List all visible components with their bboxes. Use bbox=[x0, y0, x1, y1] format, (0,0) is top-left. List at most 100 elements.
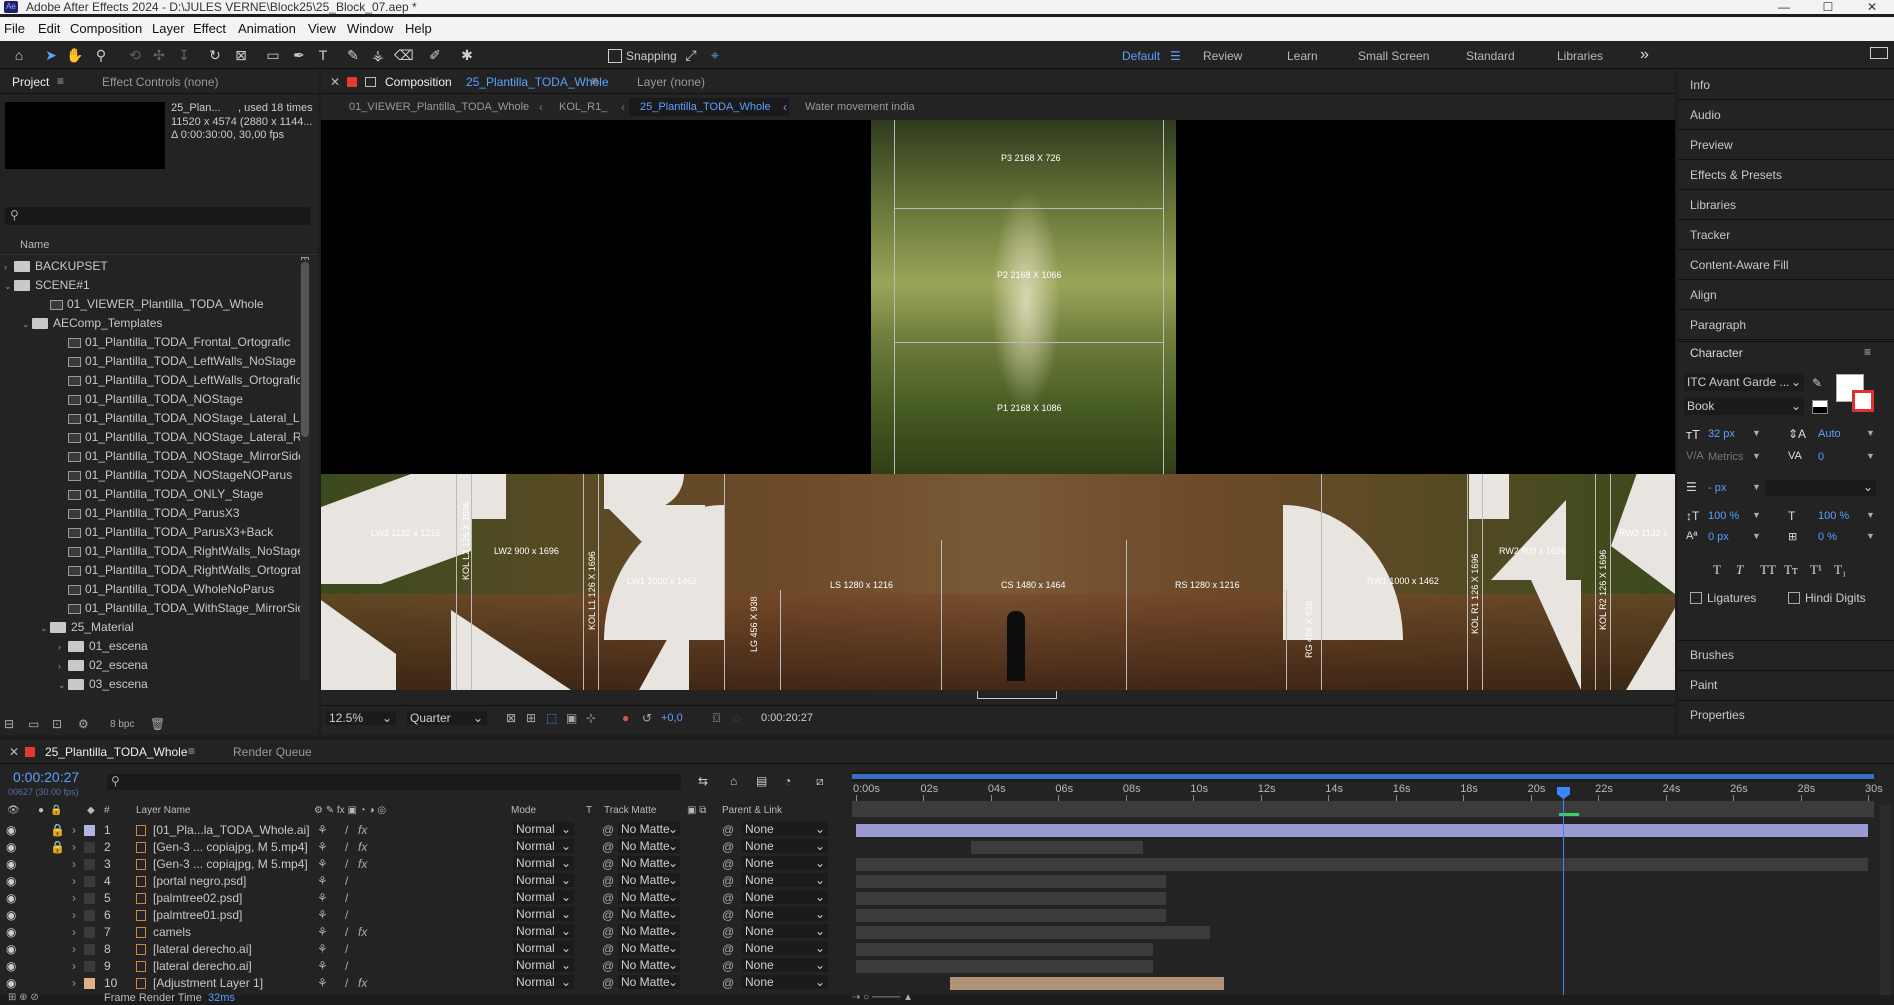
parent-dropdown[interactable]: None ⌄ bbox=[742, 822, 828, 836]
matte-pickwhip-icon[interactable]: @ bbox=[602, 822, 614, 839]
shy-icon[interactable]: ⚘ bbox=[317, 975, 328, 992]
tab-timeline-comp[interactable]: 25_Plantilla_TODA_Whole bbox=[45, 745, 188, 759]
breadcrumb-item[interactable]: KOL_R1_ bbox=[559, 101, 607, 113]
layer-duration-bar[interactable] bbox=[856, 960, 1153, 973]
project-item[interactable]: ⌄ SCENE#1 bbox=[0, 276, 300, 295]
chevron-down-icon[interactable]: ▼ bbox=[1866, 510, 1875, 520]
quality-icon[interactable]: / bbox=[345, 839, 348, 856]
track-matte-dropdown[interactable]: No Matte ⌄ bbox=[618, 907, 680, 921]
quality-icon[interactable]: / bbox=[345, 958, 348, 975]
horizontal-scale-value[interactable]: 100 % bbox=[1818, 510, 1849, 522]
menu-help[interactable]: Help bbox=[405, 21, 432, 36]
project-item[interactable]: 01_Plantilla_TODA_NOStage bbox=[0, 390, 300, 409]
minimize-icon[interactable]: — bbox=[1774, 0, 1794, 14]
panel-tracker[interactable]: Tracker bbox=[1690, 228, 1730, 242]
menu-edit[interactable]: Edit bbox=[38, 21, 60, 36]
eye-icon[interactable]: ◉ bbox=[6, 873, 16, 890]
tab-composition-name[interactable]: 25_Plantilla_TODA_Whole bbox=[466, 75, 609, 89]
panel-preview[interactable]: Preview bbox=[1690, 138, 1733, 152]
layer-name[interactable]: [lateral derecho.ai] bbox=[153, 941, 252, 958]
selection-tool-icon[interactable]: ➤ bbox=[42, 46, 60, 64]
disclosure-arrow-icon[interactable]: › bbox=[4, 258, 14, 277]
show-snapshot-icon[interactable]: ◌ bbox=[733, 711, 740, 725]
project-search-input[interactable]: ⚲ bbox=[5, 207, 310, 225]
label-color-swatch[interactable] bbox=[84, 859, 95, 870]
roto-brush-tool-icon[interactable]: ✐ bbox=[426, 46, 444, 64]
matte-pickwhip-icon[interactable]: @ bbox=[602, 941, 614, 958]
maximize-icon[interactable]: ☐ bbox=[1818, 0, 1838, 14]
timeline-timecode[interactable]: 0:00:20:27 bbox=[13, 769, 79, 785]
menu-file[interactable]: File bbox=[4, 21, 25, 36]
track-matte-dropdown[interactable]: No Matte ⌄ bbox=[618, 890, 680, 904]
orbit-tool-icon[interactable]: ⟲ bbox=[126, 46, 144, 64]
ligatures-checkbox[interactable] bbox=[1690, 592, 1702, 604]
subscript-button[interactable]: T₁ bbox=[1834, 562, 1846, 578]
panel-paragraph[interactable]: Paragraph bbox=[1690, 318, 1746, 332]
matte-pickwhip-icon[interactable]: @ bbox=[602, 907, 614, 924]
eye-icon[interactable]: ◉ bbox=[6, 975, 16, 992]
parent-dropdown[interactable]: None ⌄ bbox=[742, 924, 828, 938]
track-matte-dropdown[interactable]: No Matte ⌄ bbox=[618, 839, 680, 853]
shy-icon[interactable]: ⚘ bbox=[317, 958, 328, 975]
layer-name[interactable]: [Gen-3 ... copiajpg, M 5.mp4] bbox=[153, 856, 308, 873]
mode-dropdown[interactable]: Normal ⌄ bbox=[513, 839, 574, 853]
track-matte-dropdown[interactable]: No Matte ⌄ bbox=[618, 975, 680, 989]
project-item[interactable]: 01_Plantilla_TODA_ParusX3 bbox=[0, 504, 300, 523]
breadcrumb-item[interactable]: 01_VIEWER_Plantilla_TODA_Whole bbox=[349, 101, 529, 113]
timeline-search-input[interactable]: ⚲ bbox=[107, 774, 681, 790]
tab-composition-label[interactable]: Composition bbox=[385, 75, 452, 89]
faux-bold-button[interactable]: T bbox=[1713, 562, 1721, 578]
pan-tool-icon[interactable]: ✣ bbox=[150, 46, 168, 64]
rectangle-tool-icon[interactable]: ▭ bbox=[264, 46, 282, 64]
mode-dropdown[interactable]: Normal ⌄ bbox=[513, 822, 574, 836]
panel-content-aware-fill[interactable]: Content-Aware Fill bbox=[1690, 258, 1788, 272]
mode-dropdown[interactable]: Normal ⌄ bbox=[513, 856, 574, 870]
mode-dropdown[interactable]: Normal ⌄ bbox=[513, 924, 574, 938]
resolution-dropdown[interactable]: Quarter ⌄ bbox=[407, 711, 487, 725]
project-settings-icon[interactable]: ⚙ bbox=[78, 717, 89, 731]
chevron-right-icon[interactable]: › bbox=[72, 873, 76, 890]
menu-window[interactable]: Window bbox=[347, 21, 393, 36]
tracking-value[interactable]: 0 bbox=[1818, 451, 1824, 463]
project-item[interactable]: 01_Plantilla_TODA_LeftWalls_Ortografic bbox=[0, 371, 300, 390]
lock-icon[interactable]: 🔒 bbox=[50, 822, 65, 839]
leading-value[interactable]: Auto bbox=[1818, 428, 1841, 440]
close-tab-icon[interactable]: ✕ bbox=[9, 745, 19, 759]
chevron-right-icon[interactable]: › bbox=[72, 822, 76, 839]
fx-icon[interactable]: fx bbox=[358, 856, 367, 873]
chevron-down-icon[interactable]: ▼ bbox=[1752, 428, 1761, 438]
quality-icon[interactable]: / bbox=[345, 890, 348, 907]
matte-pickwhip-icon[interactable]: @ bbox=[602, 975, 614, 992]
layer-duration-bar[interactable] bbox=[950, 977, 1224, 990]
chevron-right-icon[interactable]: › bbox=[72, 958, 76, 975]
tab-render-queue[interactable]: Render Queue bbox=[233, 745, 312, 759]
quality-icon[interactable]: / bbox=[345, 941, 348, 958]
layer-duration-bar[interactable] bbox=[856, 892, 1167, 905]
shy-icon[interactable]: ⚘ bbox=[317, 822, 328, 839]
fx-icon[interactable]: fx bbox=[358, 822, 367, 839]
composition-mini-flowchart-icon[interactable]: ⇆ bbox=[698, 774, 708, 788]
layer-name[interactable]: [palmtree01.psd] bbox=[153, 907, 242, 924]
brush-tool-icon[interactable]: ✎ bbox=[344, 46, 362, 64]
workspace-overflow-icon[interactable]: » bbox=[1640, 46, 1649, 64]
menu-view[interactable]: View bbox=[308, 21, 336, 36]
track-matte-dropdown[interactable]: No Matte ⌄ bbox=[618, 822, 680, 836]
shy-icon[interactable]: ⚘ bbox=[317, 873, 328, 890]
zoom-slider-icon[interactable]: ⇢ ○ ──── ▲ bbox=[852, 992, 913, 1003]
layer-name[interactable]: [lateral derecho.ai] bbox=[153, 958, 252, 975]
panel-menu-icon[interactable]: ≡ bbox=[1864, 345, 1871, 359]
breadcrumb-item-active[interactable]: 25_Plantilla_TODA_Whole bbox=[640, 101, 771, 113]
eraser-tool-icon[interactable]: ⌫ bbox=[394, 46, 414, 64]
snapshot-icon[interactable]: ⌼ bbox=[713, 711, 720, 726]
exposure-value[interactable]: +0,0 bbox=[661, 712, 683, 724]
parent-dropdown[interactable]: None ⌄ bbox=[742, 975, 828, 989]
font-style-dropdown[interactable]: Book ⌄ bbox=[1684, 398, 1804, 415]
bpc-label[interactable]: 8 bpc bbox=[110, 719, 134, 730]
quality-icon[interactable]: / bbox=[345, 975, 348, 992]
lock-icon[interactable]: 🔒 bbox=[50, 839, 65, 856]
stroke-color-swatch[interactable] bbox=[1852, 390, 1874, 412]
clone-stamp-tool-icon[interactable]: ⚶ bbox=[369, 46, 387, 64]
project-item[interactable]: 01_Plantilla_TODA_NOStage_Lateral_Left bbox=[0, 409, 300, 428]
chevron-right-icon[interactable]: › bbox=[72, 924, 76, 941]
layer-duration-bar[interactable] bbox=[856, 926, 1211, 939]
